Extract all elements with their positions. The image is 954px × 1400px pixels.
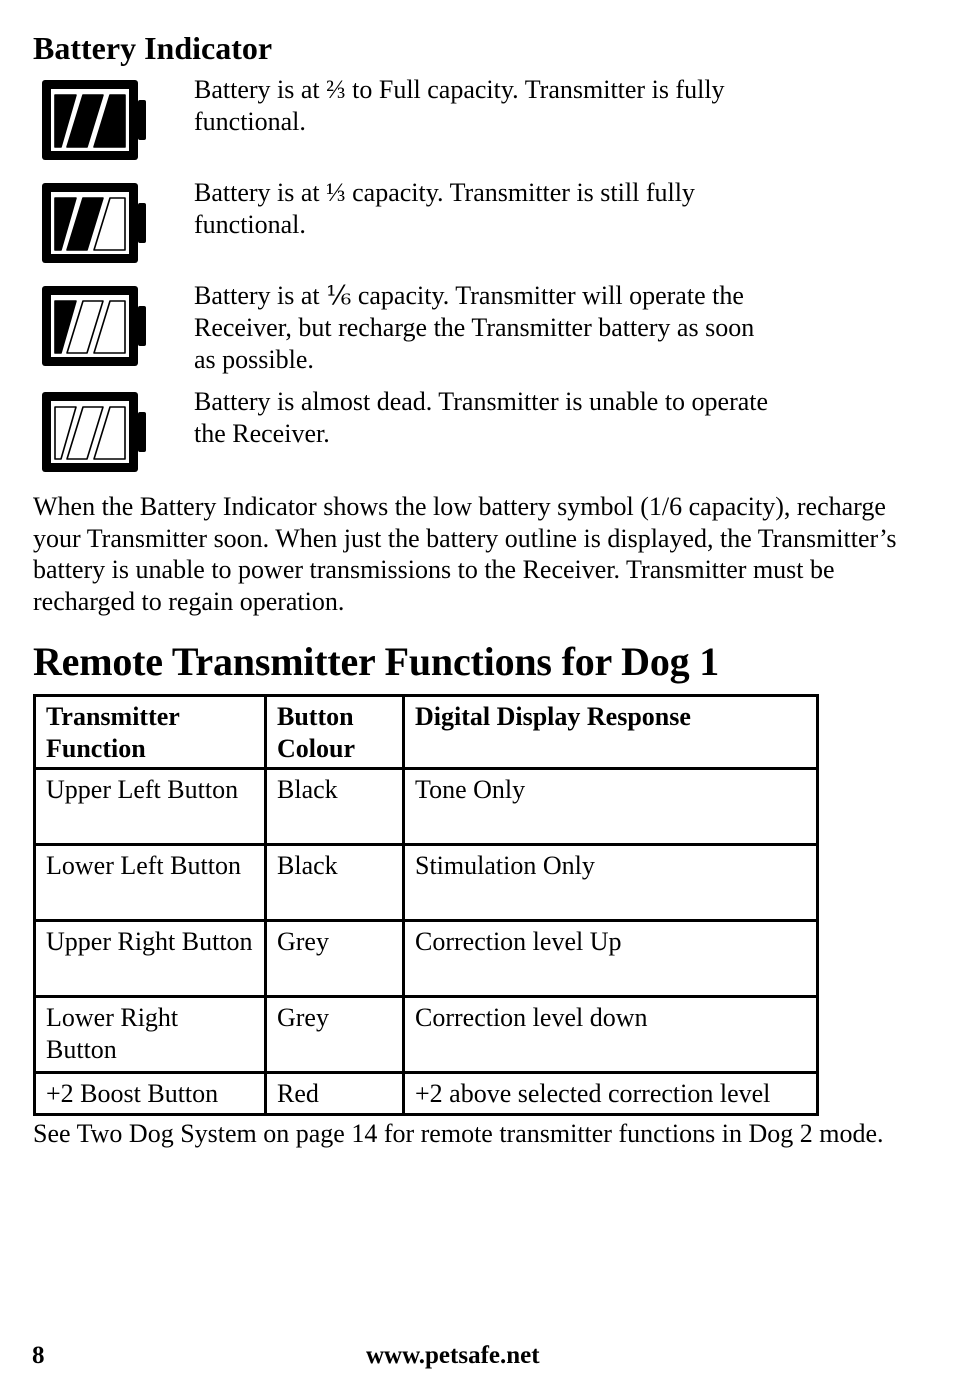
table-row: Upper Left Button Black Tone Only	[33, 767, 819, 846]
battery-full-icon	[42, 80, 146, 160]
header-display-response: Digital Display Response	[402, 694, 819, 770]
cell-function: +2 Boost Button	[33, 1071, 267, 1116]
cell-function: Lower Right Button	[33, 995, 267, 1074]
header-transmitter-function: Transmitter Function	[33, 694, 267, 770]
battery-empty-icon	[42, 392, 146, 472]
footer-website-link[interactable]: www.petsafe.net	[366, 1342, 540, 1370]
table-header-row: Transmitter Function Button Colour Digit…	[33, 694, 819, 770]
transmitter-functions-table: Transmitter Function Button Colour Digit…	[33, 694, 819, 1116]
battery-one-third-icon	[42, 183, 146, 263]
cell-colour: Grey	[264, 919, 405, 998]
table-row: Upper Right Button Grey Correction level…	[33, 919, 819, 998]
header-button-colour: Button Colour	[264, 694, 405, 770]
page-number: 8	[32, 1342, 45, 1369]
cell-colour: Grey	[264, 995, 405, 1074]
table-row: Lower Right Button Grey Correction level…	[33, 995, 819, 1074]
table-row: Lower Left Button Black Stimulation Only	[33, 843, 819, 922]
battery-level-description: Battery is at ⅓ capacity. Transmitter is…	[194, 178, 695, 239]
cell-function: Lower Left Button	[33, 843, 267, 922]
table-row: +2 Boost Button Red +2 above selected co…	[33, 1071, 819, 1116]
cell-response: Correction level down	[402, 995, 819, 1074]
battery-level-description: Battery is at ⅔ to Full capacity. Transm…	[194, 75, 725, 136]
two-dog-system-note: See Two Dog System on page 14 for remote…	[33, 1119, 884, 1148]
battery-level-description: Battery is almost dead. Transmitter is u…	[194, 387, 769, 448]
cell-response: Stimulation Only	[402, 843, 819, 922]
battery-terminal	[138, 203, 146, 243]
battery-terminal	[138, 100, 146, 140]
battery-explanation-paragraph: When the Battery Indicator shows the low…	[33, 492, 897, 616]
cell-colour: Red	[264, 1071, 405, 1116]
cell-colour: Black	[264, 767, 405, 846]
cell-colour: Black	[264, 843, 405, 922]
battery-terminal	[138, 412, 146, 452]
cell-response: +2 above selected correction level	[402, 1071, 819, 1116]
cell-response: Correction level Up	[402, 919, 819, 998]
cell-function: Upper Right Button	[33, 919, 267, 998]
battery-terminal	[138, 306, 146, 346]
battery-indicator-heading: Battery Indicator	[33, 30, 273, 66]
transmitter-functions-heading: Remote Transmitter Functions for Dog 1	[33, 639, 720, 684]
battery-one-sixth-icon	[42, 286, 146, 366]
battery-level-description: Battery is at ⅙ capacity. Transmitter wi…	[194, 281, 755, 374]
cell-response: Tone Only	[402, 767, 819, 846]
cell-function: Upper Left Button	[33, 767, 267, 846]
